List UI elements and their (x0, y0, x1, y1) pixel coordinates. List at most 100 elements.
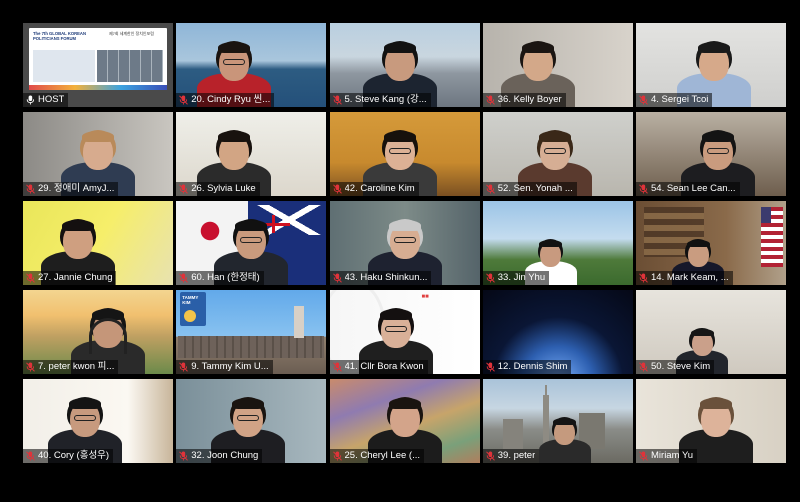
participant-tile[interactable]: 4. Sergei Tcoi (636, 23, 786, 107)
participant-name: 9. Tammy Kim U... (191, 361, 269, 372)
participant-name-label: 26. Sylvia Luke (176, 182, 260, 196)
participant-name-label: 39. peter (482, 449, 540, 463)
participant-name: 27. Jannie Chung (38, 272, 113, 283)
participant-name-label: 9. Tammy Kim U... (176, 360, 273, 374)
participant-tile[interactable]: 52. Sen. Yonah ... (482, 112, 633, 196)
mic-muted-icon (332, 95, 342, 105)
participant-name: 25. Cheryl Lee (... (344, 450, 421, 461)
participant-name: 39. peter (497, 450, 536, 461)
participant-name: 40. Cory (홍성우) (38, 450, 110, 461)
participant-tile[interactable]: 20. Cindy Ryu 씬... (176, 23, 327, 107)
mic-muted-icon (179, 95, 189, 105)
mic-icon (26, 95, 35, 105)
mic-muted-icon (332, 451, 342, 461)
participant-name: 12. Dennis Shim (497, 361, 568, 372)
participant-tile[interactable]: 39. peter (482, 379, 633, 463)
mic-muted-icon (485, 95, 495, 105)
participant-tile[interactable]: 43. Haku Shinkun... (329, 201, 480, 285)
participant-name-label: 25. Cheryl Lee (... (329, 449, 425, 463)
participant-name: 7. peter kwon 피... (38, 361, 115, 372)
participant-name: 43. Haku Shinkun... (344, 272, 428, 283)
participant-name: Miriam Yu (651, 450, 694, 461)
participant-name: 41. Cllr Bora Kwon (344, 361, 424, 372)
participant-name-label: 52. Sen. Yonah ... (482, 182, 577, 196)
participant-tile[interactable]: 25. Cheryl Lee (... (329, 379, 480, 463)
mic-muted-icon (26, 451, 35, 461)
participant-name-label: 43. Haku Shinkun... (329, 271, 432, 285)
participant-name-label: 5. Steve Kang (강... (329, 93, 431, 107)
participant-name-label: 40. Cory (홍성우) (23, 449, 114, 463)
mic-muted-icon (332, 362, 342, 372)
participant-tile[interactable]: 40. Cory (홍성우) (23, 379, 173, 463)
participant-name-label: 42. Caroline Kim (329, 182, 419, 196)
participant-name-label: 50. Steve Kim (636, 360, 715, 374)
mic-muted-icon (639, 362, 648, 372)
participant-tile[interactable]: 60. Han (한정태) (176, 201, 327, 285)
mic-muted-icon (485, 184, 495, 194)
slide-title: The 7th GLOBAL KOREAN POLITICIANS FORUM (33, 31, 86, 41)
participant-name: 14. Mark Keam, ... (651, 272, 729, 283)
mic-muted-icon (639, 273, 648, 283)
participant-tile[interactable]: 32. Joon Chung (176, 379, 327, 463)
participant-tile[interactable]: 29. 정애미 AmyJ... (23, 112, 173, 196)
mic-muted-icon (179, 362, 189, 372)
participant-name: 60. Han (한정태) (191, 272, 260, 283)
participant-tile[interactable]: The 7th GLOBAL KOREAN POLITICIANS FORUM 제… (23, 23, 173, 107)
participant-name-label: 29. 정애미 AmyJ... (23, 182, 119, 196)
mic-muted-icon (179, 184, 189, 194)
participant-tile[interactable]: 27. Jannie Chung (23, 201, 173, 285)
mic-muted-icon (26, 362, 35, 372)
participant-name-label: Miriam Yu (636, 449, 698, 463)
participant-name-label: 20. Cindy Ryu 씬... (176, 93, 275, 107)
participant-tile[interactable]: 36. Kelly Boyer (482, 23, 633, 107)
participant-name-label: HOST (23, 93, 69, 107)
mic-muted-icon (332, 184, 342, 194)
mic-muted-icon (485, 362, 495, 372)
mic-muted-icon (639, 95, 648, 105)
participant-name: 29. 정애미 AmyJ... (38, 183, 115, 194)
participant-name: 5. Steve Kang (강... (344, 94, 427, 105)
participant-name-label: 14. Mark Keam, ... (636, 271, 733, 285)
mic-muted-icon (485, 451, 495, 461)
participant-tile[interactable]: 33. Jin Yhu (482, 201, 633, 285)
participant-name: 4. Sergei Tcoi (651, 94, 709, 105)
participant-name: 50. Steve Kim (651, 361, 711, 372)
participant-tile[interactable]: 12. Dennis Shim (482, 290, 633, 374)
mic-muted-icon (332, 273, 342, 283)
mic-muted-icon (179, 451, 189, 461)
mic-muted-icon (639, 184, 648, 194)
participant-name: 54. Sean Lee Can... (651, 183, 736, 194)
participant-name: 52. Sen. Yonah ... (497, 183, 573, 194)
participant-tile[interactable]: 50. Steve Kim (636, 290, 786, 374)
nameplate-text: TAMMY KIM (182, 295, 199, 305)
participant-name: 33. Jin Yhu (497, 272, 546, 283)
participant-tile[interactable]: Miriam Yu (636, 379, 786, 463)
participant-name-label: 32. Joon Chung (176, 449, 263, 463)
mic-muted-icon (485, 273, 495, 283)
mic-muted-icon (179, 273, 189, 283)
participant-name: 20. Cindy Ryu 씬... (191, 94, 271, 105)
participant-tile[interactable]: ■■ 41. Cllr Bora Kwon (329, 290, 480, 374)
participant-tile[interactable]: 42. Caroline Kim (329, 112, 480, 196)
participant-name: 26. Sylvia Luke (191, 183, 256, 194)
gallery-view: The 7th GLOBAL KOREAN POLITICIANS FORUM 제… (23, 23, 786, 463)
mic-muted-icon (26, 273, 35, 283)
slide-subtitle: 제7회 세계한인 정치인포럼 (109, 31, 154, 36)
participant-tile[interactable]: TAMMY KIM 9. Tammy Kim U... (176, 290, 327, 374)
participant-tile[interactable]: 5. Steve Kang (강... (329, 23, 480, 107)
participant-tile[interactable]: 14. Mark Keam, ... (636, 201, 786, 285)
participant-name-label: 36. Kelly Boyer (482, 93, 566, 107)
mic-muted-icon (26, 184, 35, 194)
participant-name-label: 41. Cllr Bora Kwon (329, 360, 428, 374)
participant-tile[interactable]: 7. peter kwon 피... (23, 290, 173, 374)
participant-name-label: 12. Dennis Shim (482, 360, 572, 374)
participant-tile[interactable]: 26. Sylvia Luke (176, 112, 327, 196)
participant-name-label: 60. Han (한정태) (176, 271, 264, 285)
participant-name-label: 7. peter kwon 피... (23, 360, 119, 374)
participant-name-label: 54. Sean Lee Can... (636, 182, 740, 196)
participant-name-label: 33. Jin Yhu (482, 271, 550, 285)
participant-name: HOST (38, 94, 65, 105)
participant-name: 42. Caroline Kim (344, 183, 415, 194)
participant-tile[interactable]: 54. Sean Lee Can... (636, 112, 786, 196)
participant-name-label: 4. Sergei Tcoi (636, 93, 713, 107)
